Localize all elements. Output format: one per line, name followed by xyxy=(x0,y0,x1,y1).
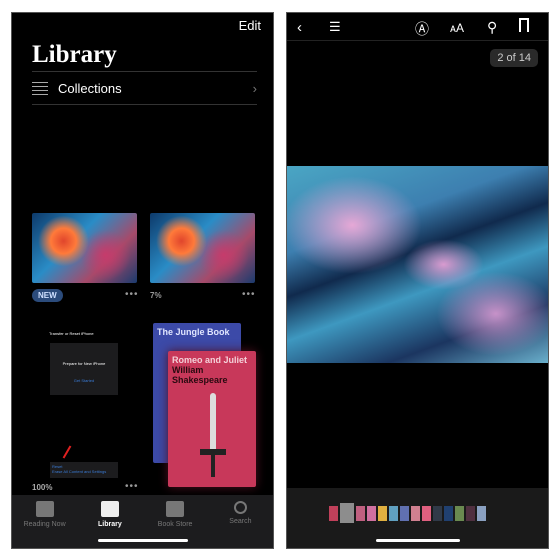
tab-reading-now[interactable]: Reading Now xyxy=(17,501,72,548)
page-thumbnail[interactable] xyxy=(340,503,354,523)
tab-bar: Reading Now Library Book Store Search xyxy=(12,495,273,548)
romeo-juliet-cover[interactable]: Romeo and Juliet William Shakespeare xyxy=(168,351,256,487)
page-thumbnail[interactable] xyxy=(455,506,464,521)
page-thumbnail[interactable] xyxy=(433,506,442,521)
more-button[interactable]: ••• xyxy=(125,481,139,492)
book-title: Romeo and Juliet xyxy=(172,355,248,365)
edit-button[interactable]: Edit xyxy=(239,18,261,33)
page-thumbnail[interactable] xyxy=(411,506,420,521)
library-screen: Edit Library Collections › NEW ••• 7% ••… xyxy=(11,12,274,549)
page-thumbnail[interactable] xyxy=(367,506,376,521)
collections-row[interactable]: Collections › xyxy=(32,71,257,105)
page-thumbnail[interactable] xyxy=(466,506,475,521)
page-thumbnail[interactable] xyxy=(378,506,387,521)
highlighter-icon[interactable]: Ⓐ xyxy=(415,19,429,39)
books-icon xyxy=(100,501,119,517)
tab-search[interactable]: Search xyxy=(213,501,268,548)
tab-label: Library xyxy=(98,521,122,528)
more-button[interactable]: ••• xyxy=(125,289,139,300)
progress-label: 100% xyxy=(32,483,53,492)
text-size-icon[interactable]: ᴀA xyxy=(450,21,464,35)
tab-label: Reading Now xyxy=(23,521,66,528)
more-button[interactable]: ••• xyxy=(242,289,256,300)
reader-screen: ‹ ☰ Ⓐ ᴀA ⚲ 2 of 14 xyxy=(286,12,549,549)
page-thumbnail[interactable] xyxy=(329,506,338,521)
new-badge: NEW xyxy=(32,289,63,302)
arrow-icon xyxy=(62,445,72,459)
page-indicator: 2 of 14 xyxy=(490,49,538,67)
dagger-icon xyxy=(210,393,216,449)
home-indicator xyxy=(375,539,460,542)
chevron-right-icon: › xyxy=(252,80,257,96)
marble-image xyxy=(287,166,548,363)
book-cover[interactable] xyxy=(32,213,137,283)
list-icon xyxy=(32,81,48,95)
phone-card-title: Prepare for New iPhone xyxy=(62,361,106,366)
bookmark-icon[interactable] xyxy=(519,18,529,32)
book-cover[interactable]: Transfer or Reset iPhone Prepare for New… xyxy=(44,321,132,481)
book-cover[interactable] xyxy=(150,213,255,283)
phone-card-link: Get Started xyxy=(73,378,95,383)
book-title: The Jungle Book xyxy=(157,327,230,337)
phone-erase: Erase All Content and Settings xyxy=(52,469,107,474)
bag-icon xyxy=(166,501,185,517)
tab-label: Book Store xyxy=(157,521,193,528)
page-title: Library xyxy=(32,41,117,68)
tab-label: Search xyxy=(229,518,252,525)
table-of-contents-icon[interactable]: ☰ xyxy=(329,19,341,35)
page-thumbnail[interactable] xyxy=(422,506,431,521)
page-thumbnail[interactable] xyxy=(400,506,409,521)
home-indicator xyxy=(97,539,188,542)
page-thumbnail[interactable] xyxy=(389,506,398,521)
thumbnail-strip[interactable] xyxy=(329,503,486,523)
search-icon[interactable]: ⚲ xyxy=(487,19,497,36)
phone-header: Transfer or Reset iPhone xyxy=(49,331,94,336)
search-icon xyxy=(233,501,247,514)
book-open-icon xyxy=(35,501,54,517)
page-thumbnail[interactable] xyxy=(444,506,453,521)
page-thumbnail[interactable] xyxy=(356,506,365,521)
page-thumbnail[interactable] xyxy=(477,506,486,521)
book-author: William Shakespeare xyxy=(172,365,228,385)
back-icon[interactable]: ‹ xyxy=(297,19,302,36)
collections-label: Collections xyxy=(58,80,122,96)
progress-label: 7% xyxy=(150,291,162,300)
